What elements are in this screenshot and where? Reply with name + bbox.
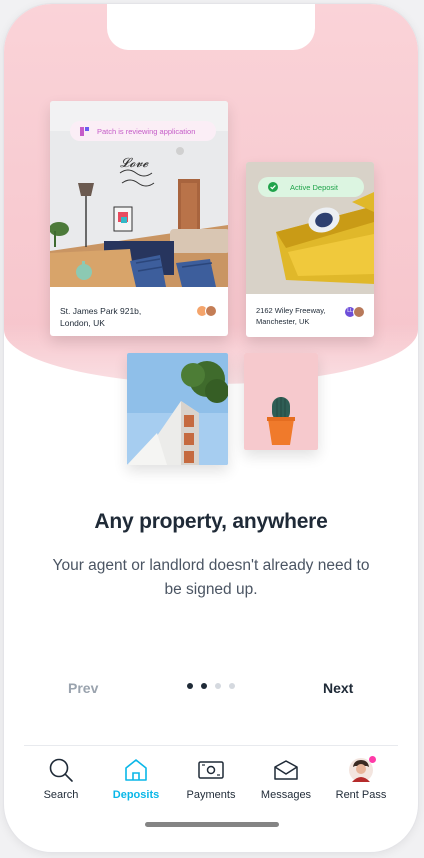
check-circle-icon [268,182,278,192]
page-dot [201,683,207,689]
property-card-manchester[interactable]: Active Deposit 2162 Wiley Freeway, Manch… [246,162,374,337]
home-icon [125,759,147,781]
avatar [353,306,365,318]
property-card-london[interactable]: 𝓛𝓸𝓿𝓮 Patch is reviewing application St. … [50,101,228,336]
app-screen: 𝓛𝓸𝓿𝓮 Patch is reviewing application St. … [4,4,418,852]
avatar [205,305,217,317]
status-text: Patch is reviewing application [97,126,196,136]
page-dot [229,683,235,689]
cactus-photo [244,353,318,450]
tab-deposits[interactable]: Deposits [99,756,173,801]
tab-label: Rent Pass [335,789,387,801]
device-notch [107,4,315,50]
home-indicator [145,822,279,827]
tab-label: Payments [186,789,236,801]
notification-dot [369,756,376,763]
tab-bar: Search Deposits Payments Messages Rent P… [24,745,398,816]
page-dot [187,683,193,689]
next-button[interactable]: Next [323,680,353,696]
building-photo [127,353,228,465]
address-line-2: Manchester, UK [256,317,310,326]
tab-rent-pass[interactable]: Rent Pass [324,756,398,801]
search-icon [49,758,73,782]
envelope-icon [274,760,298,780]
onboarding-subtitle: Your agent or landlord doesn't already n… [52,557,370,598]
prev-button[interactable]: Prev [68,680,98,696]
address-line-1: 2162 Wiley Freeway, [256,306,326,315]
tab-label: Search [43,789,79,801]
tab-label: Messages [260,789,312,801]
status-pill-active: Active Deposit [258,177,364,197]
tab-payments[interactable]: Payments [174,756,248,801]
status-pill-reviewing: Patch is reviewing application [70,121,216,141]
patch-logo-icon [80,126,89,136]
onboarding-title: Any property, anywhere [94,510,328,533]
svg-text:𝓛𝓸𝓿𝓮: 𝓛𝓸𝓿𝓮 [120,156,150,171]
page-indicator [187,683,235,689]
address-line-2: London, UK [60,318,105,328]
tab-search[interactable]: Search [24,756,98,801]
tab-label: Deposits [112,789,160,801]
address-line-1: St. James Park 921b, [60,306,142,316]
tab-messages[interactable]: Messages [249,756,323,801]
banknote-icon [198,761,224,779]
page-dot [215,683,221,689]
status-text: Active Deposit [290,182,338,192]
